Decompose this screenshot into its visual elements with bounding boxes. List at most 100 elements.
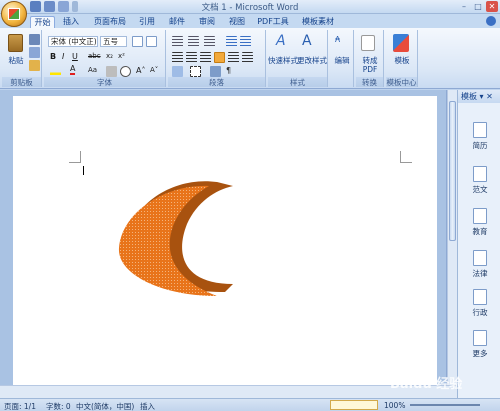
align-right-icon[interactable] [200, 52, 211, 63]
template-icon[interactable] [393, 34, 409, 52]
strikethrough-icon[interactable]: abc [88, 52, 101, 60]
tab-view[interactable]: 视图 [226, 16, 248, 28]
superscript-icon[interactable]: x² [118, 52, 125, 60]
tab-template-materials[interactable]: 模板素材 [298, 16, 338, 28]
vertical-scrollbar[interactable] [447, 90, 457, 385]
change-styles-button[interactable]: 更改样式 [296, 55, 328, 66]
side-item-law[interactable]: 法律 [469, 250, 491, 279]
ribbon: 粘贴 剪贴板 宋体 (中文正) 五号 B I U abc x₂ x² A Aa … [0, 28, 500, 89]
numbering-icon[interactable] [188, 36, 199, 47]
resume-icon [473, 122, 487, 138]
underline-icon[interactable]: U [72, 52, 78, 61]
subscript-icon[interactable]: x₂ [106, 52, 113, 60]
side-item-resume[interactable]: 简历 [469, 122, 491, 151]
convert-pdf-label-2[interactable]: PDF [356, 65, 384, 74]
corner-mark-top-right [400, 151, 412, 163]
bold-icon[interactable]: B [50, 52, 56, 61]
language-indicator[interactable]: 中文(简体，中国) [76, 401, 134, 411]
template-center-group-label: 模板中心 [386, 77, 417, 87]
title-bar: 文档 1 - Microsoft Word – □ ✕ [0, 0, 500, 14]
highlight-icon[interactable] [50, 66, 61, 75]
minimize-icon[interactable]: – [458, 1, 470, 12]
paste-icon[interactable] [8, 34, 23, 52]
font-name-select[interactable]: 宋体 (中文正) [48, 36, 98, 47]
office-button[interactable] [1, 1, 27, 27]
watermark-logo: Baidu 经验 [390, 377, 463, 392]
maximize-icon[interactable]: □ [472, 1, 484, 12]
grow-font-icon[interactable]: A˄ [136, 66, 145, 75]
template-center-group: 模板 模板中心 [386, 30, 418, 87]
increase-indent-icon[interactable] [240, 36, 251, 47]
side-item-sample[interactable]: 范文 [469, 166, 491, 195]
find-icon[interactable]: ₳ [335, 35, 340, 44]
shading-icon[interactable] [172, 66, 183, 77]
tab-mailings[interactable]: 邮件 [166, 16, 188, 28]
borders-icon[interactable] [190, 66, 201, 77]
font-color-icon[interactable]: A [70, 65, 76, 75]
enclose-char-icon[interactable] [120, 66, 131, 77]
corner-mark-top-left [69, 151, 81, 163]
align-center-icon[interactable] [186, 52, 197, 63]
zoom-slider[interactable] [410, 404, 480, 406]
char-border-icon[interactable] [146, 36, 157, 47]
italic-icon[interactable]: I [62, 52, 64, 61]
paste-button-label[interactable]: 粘贴 [4, 55, 28, 66]
paragraph-group-label: 段落 [168, 77, 265, 87]
insert-mode[interactable]: 插入 [140, 401, 155, 411]
sample-doc-icon [473, 166, 487, 182]
template-button[interactable]: 模板 [386, 55, 418, 66]
tab-review[interactable]: 审阅 [196, 16, 218, 28]
side-item-administration[interactable]: 行政 [469, 289, 491, 318]
bullets-icon[interactable] [172, 36, 183, 47]
decrease-indent-icon[interactable] [226, 36, 237, 47]
font-size-select[interactable]: 五号 [100, 36, 127, 47]
justify-icon[interactable] [214, 52, 225, 63]
crescent-moon-shape[interactable] [113, 174, 243, 304]
quick-styles-icon[interactable]: A [276, 33, 286, 49]
help-icon[interactable] [486, 16, 496, 26]
convert-group-label: 转换 [356, 77, 383, 87]
format-painter-icon[interactable] [29, 60, 40, 71]
quick-styles-button[interactable]: 快速样式 [268, 55, 298, 66]
scroll-thumb[interactable] [449, 101, 456, 241]
document-area [0, 90, 447, 385]
align-left-icon[interactable] [172, 52, 183, 63]
clipboard-group: 粘贴 剪贴板 [2, 30, 42, 87]
styles-group: A A 快速样式 更改样式 样式 [268, 30, 328, 87]
pdf-convert-icon[interactable] [361, 35, 375, 51]
template-side-pane: 模板 ▾ ✕ 简历 范文 教育 法律 行政 更多 [457, 90, 500, 398]
change-case-icon[interactable]: Aa [88, 66, 97, 74]
page-count[interactable]: 页面: 1/1 [4, 401, 36, 411]
paragraph-group: ¶ 段落 [168, 30, 266, 87]
multilevel-list-icon[interactable] [204, 36, 215, 47]
side-item-more[interactable]: 更多 [469, 330, 491, 359]
change-styles-icon[interactable]: A [302, 33, 312, 49]
document-page[interactable] [13, 96, 437, 385]
view-buttons[interactable] [330, 400, 378, 410]
char-shading-icon[interactable] [106, 66, 117, 77]
sort-icon[interactable] [210, 66, 221, 77]
editing-button[interactable]: 编辑 [330, 55, 354, 66]
ribbon-tabs: 开始 插入 页面布局 引用 邮件 审阅 视图 PDF工具 模板素材 [0, 14, 500, 28]
distributed-icon[interactable] [228, 52, 239, 63]
window-controls: – □ ✕ [458, 1, 498, 12]
horizontal-scrollbar[interactable] [0, 385, 457, 398]
clear-format-icon[interactable] [132, 36, 143, 47]
line-spacing-icon[interactable] [242, 52, 253, 63]
tab-page-layout[interactable]: 页面布局 [90, 16, 130, 28]
copy-icon[interactable] [29, 47, 40, 58]
tab-references[interactable]: 引用 [136, 16, 158, 28]
shrink-font-icon[interactable]: A˅ [150, 66, 158, 74]
styles-group-label: 样式 [268, 77, 327, 87]
font-group: 宋体 (中文正) 五号 B I U abc x₂ x² A Aa A˄ A˅ 字… [44, 30, 166, 87]
tab-home[interactable]: 开始 [30, 16, 55, 28]
tab-pdf-tools[interactable]: PDF工具 [256, 16, 290, 28]
close-icon[interactable]: ✕ [486, 1, 498, 12]
font-group-label: 字体 [44, 77, 165, 87]
side-item-education[interactable]: 教育 [469, 208, 491, 237]
cut-icon[interactable] [29, 34, 40, 45]
zoom-level[interactable]: 100% [384, 401, 405, 410]
tab-insert[interactable]: 插入 [60, 16, 82, 28]
show-marks-icon[interactable]: ¶ [226, 66, 237, 77]
word-count[interactable]: 字数: 0 [46, 401, 71, 411]
